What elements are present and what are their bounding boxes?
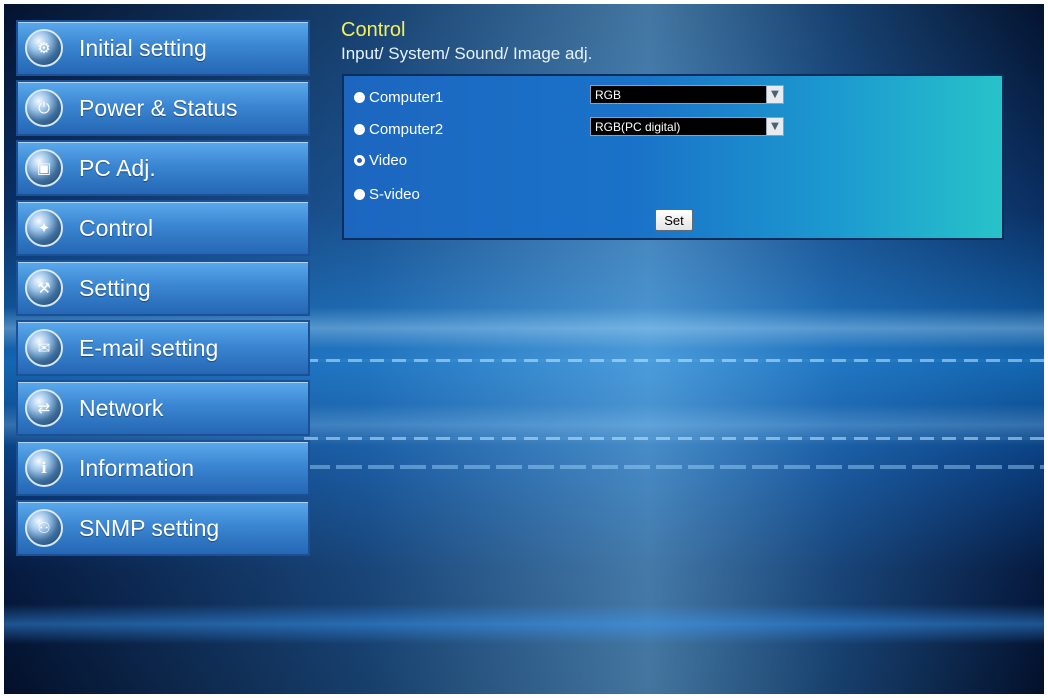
video-label: Video (369, 151, 408, 169)
computer1-label: Computer1 (369, 88, 444, 106)
computer2-signal-value: RGB(PC digital) (595, 119, 681, 134)
computer2-radio[interactable] (354, 123, 365, 135)
computer1-radio[interactable] (354, 91, 365, 103)
information-icon: ℹ (25, 449, 63, 487)
sidebar-item-label: Control (79, 214, 154, 241)
computer1-signal-value: RGB (595, 87, 622, 102)
sidebar-item-label: Network (79, 394, 164, 421)
set-button[interactable]: Set (655, 209, 693, 231)
sidebar-item-setting[interactable]: ⚒ Setting (16, 260, 310, 316)
sidebar-item-control[interactable]: ✦ Control (16, 200, 310, 256)
input-option-video: Video (354, 149, 407, 171)
initial-setting-icon: ⚙ (25, 29, 63, 67)
input-option-computer1: Computer1 (354, 86, 443, 108)
light-streak (304, 437, 1044, 440)
chevron-down-icon: ▼ (766, 86, 783, 103)
light-streak (304, 359, 1044, 362)
sidebar-item-label: Initial setting (79, 34, 207, 61)
sidebar-item-information[interactable]: ℹ Information (16, 440, 310, 496)
monitor-icon: ▣ (25, 149, 63, 187)
sidebar-item-email-setting[interactable]: ✉ E-mail setting (16, 320, 310, 376)
network-icon: ⇄ (25, 389, 63, 427)
sidebar-item-label: Setting (79, 274, 151, 301)
power-icon: ⏻ (25, 89, 63, 127)
sidebar-item-initial-setting[interactable]: ⚙ Initial setting (16, 20, 310, 76)
control-icon: ✦ (25, 209, 63, 247)
input-option-s-video: S-video (354, 183, 420, 205)
sidebar-item-pc-adj[interactable]: ▣ PC Adj. (16, 140, 310, 196)
sidebar-item-snmp-setting[interactable]: ⚇ SNMP setting (16, 500, 310, 556)
page-title: Control (341, 19, 406, 41)
sidebar-item-label: Information (79, 454, 195, 481)
computer1-signal-select[interactable]: RGB ▼ (590, 85, 784, 104)
video-radio[interactable] (354, 154, 365, 166)
sidebar-item-label: Power & Status (79, 94, 238, 121)
snmp-icon: ⚇ (25, 509, 63, 547)
sidebar-item-label: E-mail setting (79, 334, 219, 361)
chevron-down-icon: ▼ (766, 118, 783, 135)
computer2-signal-select[interactable]: RGB(PC digital) ▼ (590, 117, 784, 136)
envelope-icon: ✉ (25, 329, 63, 367)
light-streak (304, 465, 1044, 469)
sidebar-item-label: SNMP setting (79, 514, 220, 541)
sidebar-menu: ⚙ Initial setting ⏻ Power & Status ▣ PC … (16, 20, 310, 560)
page-subtitle: Input/ System/ Sound/ Image adj. (341, 44, 593, 63)
sidebar-item-power-status[interactable]: ⏻ Power & Status (16, 80, 310, 136)
input-option-computer2: Computer2 (354, 118, 443, 140)
s-video-radio[interactable] (354, 188, 365, 200)
computer2-label: Computer2 (369, 120, 444, 138)
sidebar-item-label: PC Adj. (79, 154, 156, 181)
wrench-icon: ⚒ (25, 269, 63, 307)
input-selection-panel: Computer1 Computer2 Video S-video RGB ▼ … (342, 74, 1004, 240)
light-glow (4, 604, 1044, 644)
s-video-label: S-video (369, 185, 420, 203)
sidebar-item-network[interactable]: ⇄ Network (16, 380, 310, 436)
